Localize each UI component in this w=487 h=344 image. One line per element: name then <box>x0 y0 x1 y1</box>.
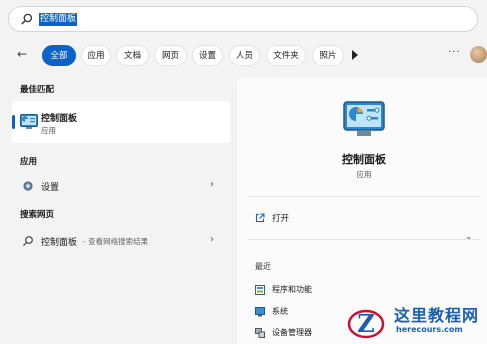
watermark-title: 这里教程网 <box>394 306 480 325</box>
search-icon <box>23 236 33 246</box>
recent-item[interactable]: 设备管理器 <box>249 325 339 341</box>
selection-indicator <box>12 115 15 129</box>
divider <box>249 239 480 240</box>
chevron-right-icon: › <box>210 179 214 190</box>
tab-photos[interactable]: 照片 <box>312 45 344 66</box>
best-match-heading: 最佳匹配 <box>20 85 55 95</box>
tab-documents[interactable]: 文档 <box>116 45 149 66</box>
recent-item[interactable]: 程序和功能 <box>249 282 429 298</box>
chevron-down-icon[interactable]: ⌄ <box>465 232 473 242</box>
app-item-label: 设置 <box>41 183 60 193</box>
control-panel-icon <box>343 101 385 136</box>
recent-item[interactable]: 系统 <box>249 304 329 320</box>
web-search-label: 控制面板 <box>41 238 78 248</box>
detail-title: 控制面板 <box>342 153 386 166</box>
divider <box>249 196 480 197</box>
tab-web[interactable]: 网页 <box>154 45 187 66</box>
detail-subtitle: 应用 <box>356 170 372 179</box>
apps-heading: 应用 <box>20 157 38 167</box>
device-manager-icon <box>255 328 265 338</box>
tab-apps[interactable]: 应用 <box>81 45 111 66</box>
best-match-title: 控制面板 <box>41 114 78 124</box>
recent-heading: 最近 <box>255 262 271 271</box>
best-match-subtitle: 应用 <box>41 126 56 135</box>
app-item-settings[interactable]: 设置 › <box>12 176 230 196</box>
watermark-logo: Z <box>347 309 385 339</box>
open-label: 打开 <box>272 214 290 224</box>
play-more-icon[interactable] <box>352 50 358 60</box>
recent-item-label: 程序和功能 <box>272 285 312 294</box>
avatar[interactable] <box>470 46 487 63</box>
search-icon <box>21 13 33 25</box>
watermark-url: herecours.com <box>396 325 463 334</box>
tab-people[interactable]: 人员 <box>229 45 260 66</box>
recent-item-label: 系统 <box>272 307 288 316</box>
back-arrow-icon[interactable]: ← <box>17 47 27 61</box>
chevron-right-icon: › <box>210 234 214 245</box>
gear-icon <box>23 181 33 191</box>
recent-item-label: 设备管理器 <box>272 328 312 337</box>
tab-folders[interactable]: 文件夹 <box>266 45 306 66</box>
web-search-suffix: - 查看网络搜索结果 <box>83 237 149 246</box>
svg-text:Z: Z <box>357 309 375 338</box>
control-panel-icon <box>20 114 38 129</box>
search-box[interactable]: 控制面板 <box>8 6 478 32</box>
tab-settings[interactable]: 设置 <box>192 45 223 66</box>
open-external-icon <box>255 213 265 223</box>
web-search-heading: 搜索网页 <box>20 210 55 220</box>
best-match-item[interactable]: 控制面板 应用 <box>12 101 230 143</box>
tab-all[interactable]: 全部 <box>42 45 76 66</box>
web-search-item[interactable]: 控制面板 - 查看网络搜索结果 › <box>12 231 230 251</box>
programs-icon <box>255 285 265 295</box>
system-icon <box>255 307 265 317</box>
ellipsis-icon[interactable]: ··· <box>448 47 461 58</box>
search-input[interactable]: 控制面板 <box>39 13 78 26</box>
